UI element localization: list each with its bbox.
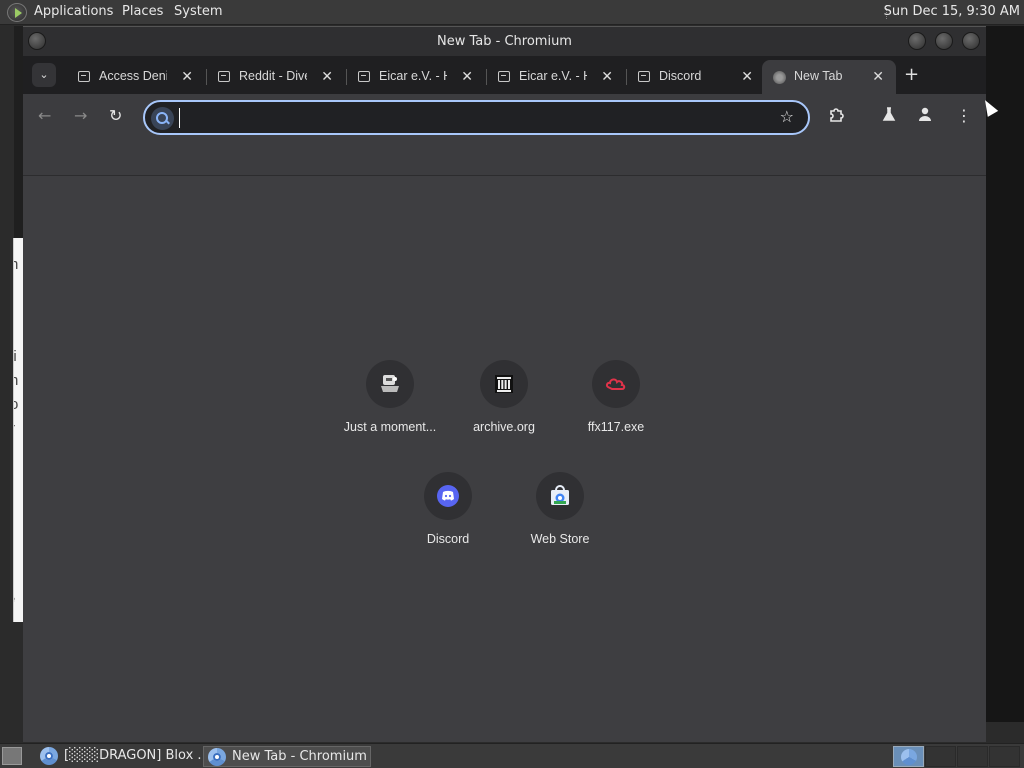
workspace-switcher[interactable] — [925, 746, 956, 767]
tab-title: New Tab — [794, 69, 843, 83]
red-cloud-icon — [605, 378, 626, 390]
profile-avatar-icon[interactable] — [917, 106, 933, 126]
background-window-frame — [14, 26, 23, 238]
close-tab-icon[interactable]: ✕ — [872, 68, 884, 85]
toolbar: ← → ↻ ☆ ⋮ — [23, 94, 986, 140]
taskbar-item-active[interactable]: New Tab - Chromium — [203, 746, 371, 767]
bottom-taskbar: [░░░DRAGON] Blox ... New Tab - Chromium — [0, 743, 1024, 768]
workspace-switcher[interactable] — [989, 746, 1020, 767]
top-panel: Applications Places System Sun Dec 15, 9… — [0, 0, 1024, 25]
shortcut-tile[interactable]: Just a moment... — [334, 350, 446, 450]
shortcut-label: archive.org — [473, 420, 535, 434]
shortcut-label: Discord — [426, 532, 470, 546]
clock[interactable]: Sun Dec 15, 9:30 AM — [884, 4, 1020, 19]
shortcut-label: ffx117.exe — [587, 420, 645, 434]
minimize-button[interactable] — [908, 32, 926, 50]
kebab-menu-icon[interactable]: ⋮ — [956, 106, 972, 125]
shortcut-icon-circle — [424, 472, 472, 520]
globe-icon — [773, 71, 786, 84]
system-menu[interactable]: System — [174, 4, 222, 19]
sad-folder-icon — [78, 71, 90, 82]
bookmark-star-icon[interactable]: ☆ — [780, 107, 794, 126]
back-arrow-icon[interactable]: ← — [38, 106, 51, 125]
chromium-window: New Tab - Chromium ⌄ Access Denied ✕ Red… — [23, 26, 986, 742]
labs-flask-icon[interactable] — [881, 106, 897, 126]
forward-arrow-icon[interactable]: → — [74, 106, 87, 125]
tab-search-button[interactable]: ⌄ — [32, 63, 56, 87]
tab-title: Access Denied — [99, 69, 167, 83]
applications-menu[interactable]: Applications — [34, 4, 113, 19]
archive-building-icon — [495, 375, 513, 393]
omnibox[interactable]: ☆ — [143, 100, 810, 135]
workspace-switcher[interactable] — [957, 746, 988, 767]
shortcut-tile[interactable]: ffx117.exe — [560, 350, 672, 450]
extensions-puzzle-icon[interactable] — [828, 106, 846, 128]
tab-title: Discord — [659, 69, 702, 83]
close-tab-icon[interactable]: ✕ — [461, 68, 473, 85]
bg-text: h — [14, 256, 18, 273]
tab-access-denied[interactable]: Access Denied ✕ — [67, 60, 207, 94]
shortcut-tile[interactable]: archive.org — [448, 350, 560, 450]
taskbar-item[interactable]: [░░░DRAGON] Blox ... — [36, 746, 202, 767]
tab-reddit[interactable]: Reddit - Dive into anything ✕ — [207, 60, 347, 94]
taskbar-item-label: [░░░DRAGON] Blox ... — [64, 748, 202, 763]
tab-title: Reddit - Dive into anything — [239, 69, 307, 83]
tab-eicar-1[interactable]: Eicar e.V. - Home ✕ — [347, 60, 487, 94]
shortcut-tile[interactable]: Discord — [392, 462, 504, 562]
sad-folder-icon — [218, 71, 230, 82]
tab-strip: ⌄ Access Denied ✕ Reddit - Dive into any… — [23, 56, 986, 94]
gnome-menu-icon[interactable] — [7, 3, 27, 22]
workspace-switcher-current[interactable] — [893, 746, 924, 767]
sad-folder-icon — [498, 71, 510, 82]
sad-folder-icon — [638, 71, 650, 82]
close-window-button[interactable] — [962, 32, 980, 50]
maximize-button[interactable] — [935, 32, 953, 50]
bg-text: o — [14, 396, 18, 413]
close-tab-icon[interactable]: ✕ — [741, 68, 753, 85]
close-tab-icon[interactable]: ✕ — [321, 68, 333, 85]
window-title: New Tab - Chromium — [437, 34, 572, 49]
reload-icon[interactable]: ↻ — [109, 106, 122, 125]
chromium-icon — [208, 748, 226, 766]
window-titlebar[interactable]: New Tab - Chromium — [23, 26, 986, 56]
places-menu[interactable]: Places — [122, 4, 163, 19]
show-desktop-icon[interactable] — [2, 747, 22, 765]
tab-title: Eicar e.V. - Home — [379, 69, 447, 83]
tab-title: Eicar e.V. - Home — [519, 69, 587, 83]
taskbar-item-label: New Tab - Chromium — [232, 749, 367, 764]
window-menu-button[interactable] — [28, 32, 46, 50]
desktop-background — [986, 26, 1024, 722]
cloudflare-robot-icon — [381, 375, 399, 392]
shortcut-label: Just a moment... — [343, 420, 437, 434]
shortcut-tile[interactable]: Web Store — [504, 462, 616, 562]
shortcut-icon-circle — [536, 472, 584, 520]
bg-text: r — [14, 420, 15, 437]
shortcut-label: Web Store — [530, 532, 590, 546]
background-window[interactable]: h li n o r e — [13, 238, 23, 622]
new-tab-page: Just a moment... archive.org ffx117.exe … — [23, 176, 986, 742]
tab-eicar-2[interactable]: Eicar e.V. - Home ✕ — [487, 60, 627, 94]
chromium-icon — [40, 747, 58, 765]
discord-icon — [437, 485, 459, 507]
sad-folder-icon — [358, 71, 370, 82]
shortcut-icon-circle — [480, 360, 528, 408]
close-tab-icon[interactable]: ✕ — [601, 68, 613, 85]
new-tab-button[interactable]: + — [904, 64, 919, 85]
bookmark-bar — [23, 140, 986, 176]
address-input[interactable] — [179, 108, 759, 128]
shortcut-icon-circle — [592, 360, 640, 408]
tab-new-tab[interactable]: New Tab ✕ — [762, 60, 896, 94]
web-store-icon — [551, 485, 569, 505]
bg-text: e — [14, 594, 15, 604]
bg-text: n — [14, 372, 18, 389]
bg-text: li — [13, 348, 17, 365]
search-icon — [151, 107, 174, 130]
tab-discord[interactable]: Discord ✕ — [627, 60, 767, 94]
chromium-icon — [901, 749, 917, 765]
close-tab-icon[interactable]: ✕ — [181, 68, 193, 85]
shortcut-icon-circle — [366, 360, 414, 408]
